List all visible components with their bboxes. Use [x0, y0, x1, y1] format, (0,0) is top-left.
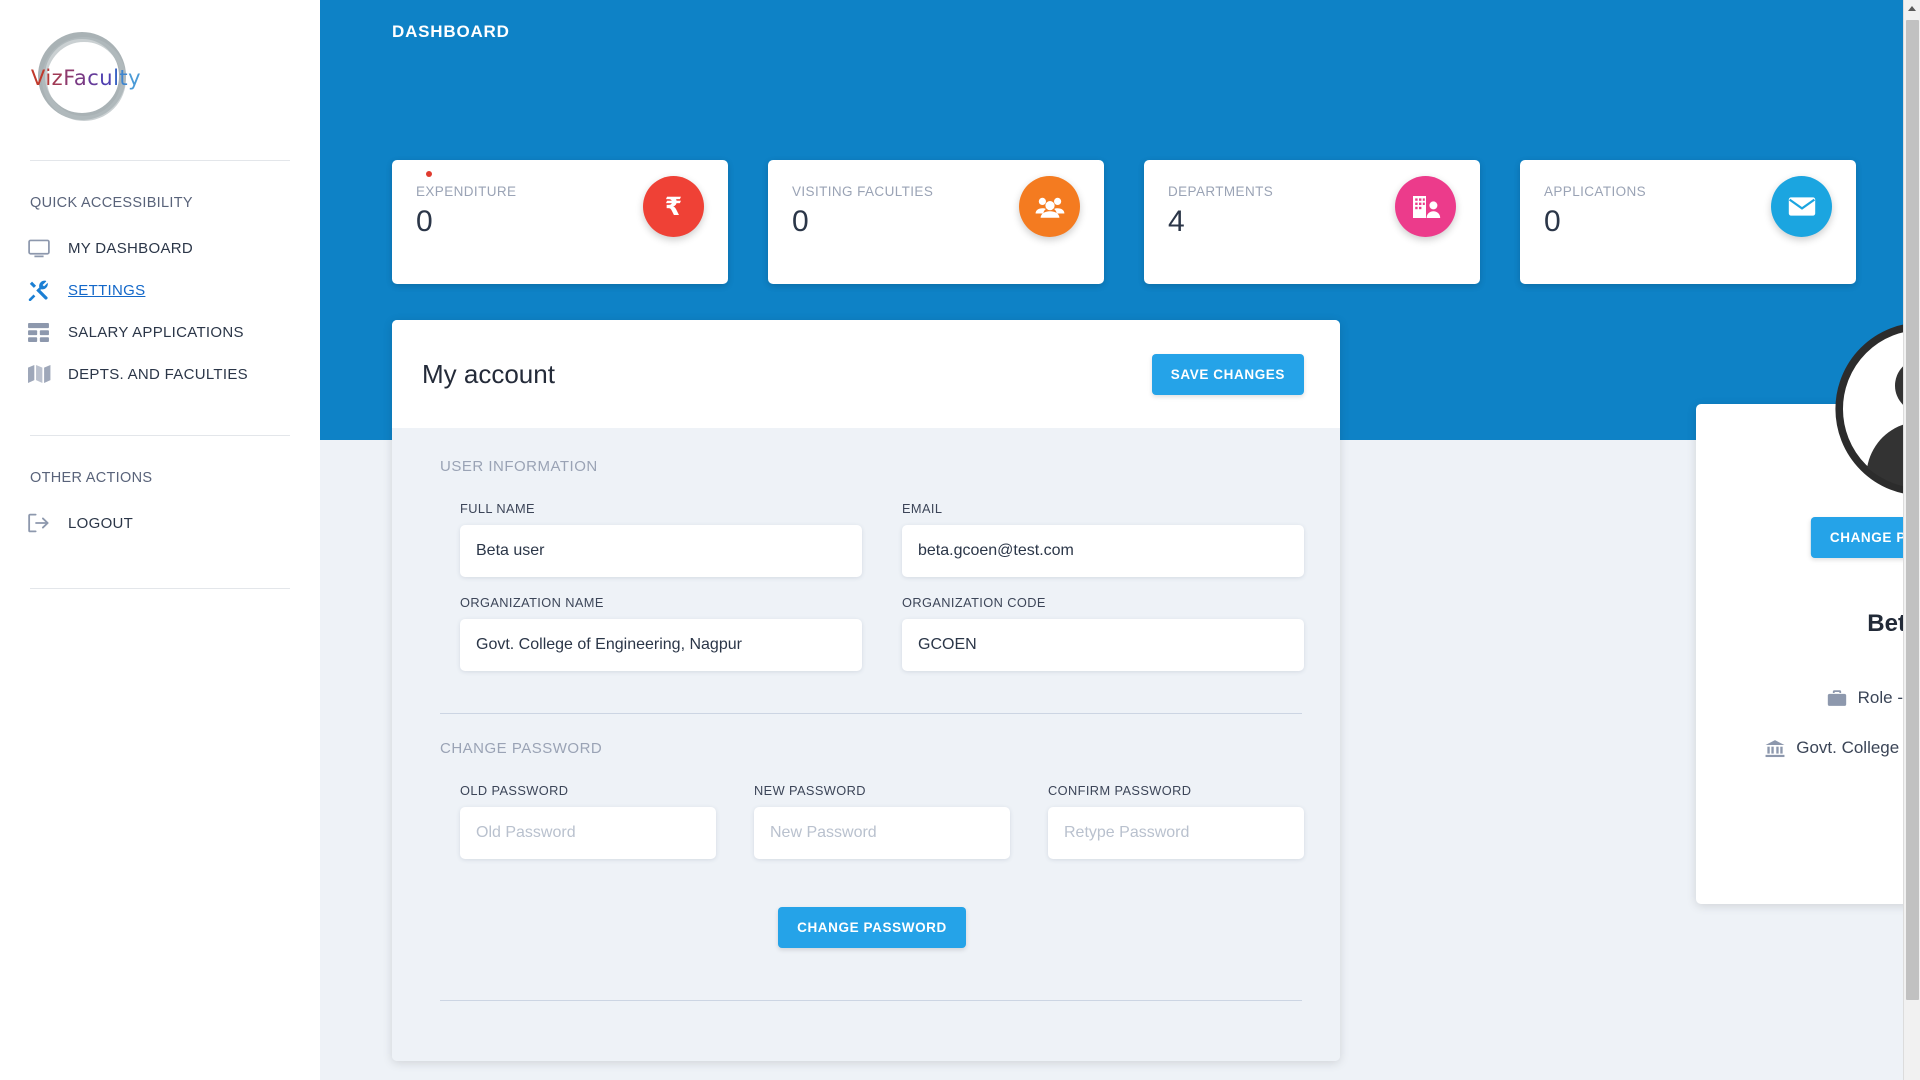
building-icon: [1395, 176, 1456, 237]
app-window: VizFaculty QUICK ACCESSIBILITY MY DASHBO…: [0, 0, 1920, 1080]
sidebar-item-label: MY DASHBOARD: [68, 239, 194, 257]
rupee-icon: ₹: [643, 176, 704, 237]
sidebar-item-salary-applications[interactable]: SALARY APPLICATIONS: [0, 311, 320, 353]
new-password-input[interactable]: [754, 807, 1010, 859]
field-organization-name: ORGANIZATION NAME: [460, 595, 862, 671]
stat-card-expenditure[interactable]: EXPENDITURE 0 ₹: [392, 160, 728, 284]
sidebar-item-label: LOGOUT: [68, 514, 134, 532]
field-label: CONFIRM PASSWORD: [1048, 783, 1192, 798]
bank-icon: [1765, 739, 1785, 758]
stats-row: EXPENDITURE 0 ₹ VISITING FACULTIES 0 DEP…: [392, 160, 1856, 284]
change-password-heading: CHANGE PASSWORD: [440, 740, 603, 757]
profile-organization-row: Govt. College of Engineering, Nagpur: [1696, 738, 1920, 758]
sidebar-item-settings[interactable]: SETTINGS: [0, 269, 320, 311]
organization-code-input[interactable]: [902, 619, 1304, 671]
my-account-title: My account: [422, 358, 555, 389]
change-password-action-row: CHANGE PASSWORD: [440, 907, 1304, 948]
sidebar: VizFaculty QUICK ACCESSIBILITY MY DASHBO…: [0, 0, 320, 1080]
field-organization-code: ORGANIZATION CODE: [902, 595, 1304, 671]
main-content: DASHBOARD EXPENDITURE 0 ₹ VISITING FACUL…: [320, 0, 1920, 1080]
sidebar-nav-quick: MY DASHBOARD SETTINGS SALARY APPLICATION…: [0, 211, 320, 395]
sidebar-section-quick-accessibility: QUICK ACCESSIBILITY: [30, 195, 193, 211]
envelope-icon: [1771, 176, 1832, 237]
field-full-name: FULL NAME: [460, 501, 862, 577]
sidebar-item-label: SALARY APPLICATIONS: [68, 323, 244, 341]
confirm-password-input[interactable]: [1048, 807, 1304, 859]
sidebar-nav-other: LOGOUT: [0, 486, 320, 544]
logo-wordmark: VizFaculty: [30, 66, 142, 90]
sidebar-divider-bottom: [30, 588, 290, 589]
tools-icon: [28, 279, 54, 301]
sidebar-item-label: SETTINGS: [68, 281, 146, 299]
profile-organization-text: Govt. College of Engineering, Nagpur: [1796, 738, 1920, 757]
sidebar-item-label: DEPTS. AND FACULTIES: [68, 365, 248, 383]
save-changes-button[interactable]: SAVE CHANGES: [1151, 353, 1304, 395]
organization-name-input[interactable]: [460, 619, 862, 671]
profile-card: CHANGE PROFILE PHOTO Beta user Role - Co…: [1696, 322, 1920, 904]
field-label: NEW PASSWORD: [754, 783, 866, 798]
change-password-form: OLD PASSWORD NEW PASSWORD CONFIRM PASSWO…: [440, 783, 1304, 859]
form-separator-1: [440, 713, 1302, 714]
profile-name: Beta user: [1867, 610, 1920, 637]
email-input[interactable]: [902, 525, 1304, 577]
user-information-heading: USER INFORMATION: [440, 458, 598, 475]
my-account-card: My account SAVE CHANGES USER INFORMATION…: [392, 320, 1340, 1061]
stat-card-visiting-faculties[interactable]: VISITING FACULTIES 0: [768, 160, 1104, 284]
field-label: FULL NAME: [460, 501, 535, 516]
full-name-input[interactable]: [460, 525, 862, 577]
table-icon: [28, 321, 54, 343]
sidebar-item-depts-and-faculties[interactable]: DEPTS. AND FACULTIES: [0, 353, 320, 395]
vertical-scrollbar[interactable]: [1903, 0, 1920, 1080]
field-label: ORGANIZATION NAME: [460, 595, 604, 610]
scrollbar-thumb[interactable]: [1906, 20, 1919, 1000]
profile-role-row: Role - College Admin: [1696, 688, 1920, 708]
sidebar-item-logout[interactable]: LOGOUT: [0, 502, 320, 544]
field-old-password: OLD PASSWORD: [460, 783, 716, 859]
map-icon: [28, 363, 54, 385]
stat-card-departments[interactable]: DEPARTMENTS 4: [1144, 160, 1480, 284]
app-logo[interactable]: VizFaculty: [0, 0, 320, 160]
field-confirm-password: CONFIRM PASSWORD: [1048, 783, 1304, 859]
my-account-body: USER INFORMATION FULL NAME EMAIL ORGANIZ…: [392, 428, 1340, 1061]
logout-icon: [28, 512, 54, 534]
user-information-form: FULL NAME EMAIL ORGANIZATION NAME ORGANI…: [440, 501, 1304, 671]
page-title: DASHBOARD: [392, 22, 510, 41]
old-password-input[interactable]: [460, 807, 716, 859]
sidebar-item-my-dashboard[interactable]: MY DASHBOARD: [0, 227, 320, 269]
alert-dot-icon: [426, 171, 432, 177]
change-password-button[interactable]: CHANGE PASSWORD: [778, 907, 966, 948]
field-label: ORGANIZATION CODE: [902, 595, 1046, 610]
stat-card-applications[interactable]: APPLICATIONS 0: [1520, 160, 1856, 284]
users-icon: [1019, 176, 1080, 237]
form-separator-2: [440, 1000, 1302, 1001]
field-label: EMAIL: [902, 501, 943, 516]
field-label: OLD PASSWORD: [460, 783, 569, 798]
sidebar-section-other-actions: OTHER ACTIONS: [30, 470, 153, 486]
monitor-icon: [28, 237, 54, 259]
field-new-password: NEW PASSWORD: [754, 783, 1010, 859]
field-email: EMAIL: [902, 501, 1304, 577]
briefcase-icon: [1827, 689, 1847, 707]
my-account-header: My account SAVE CHANGES: [392, 320, 1340, 428]
scroll-up-arrow-icon[interactable]: [1904, 0, 1920, 17]
